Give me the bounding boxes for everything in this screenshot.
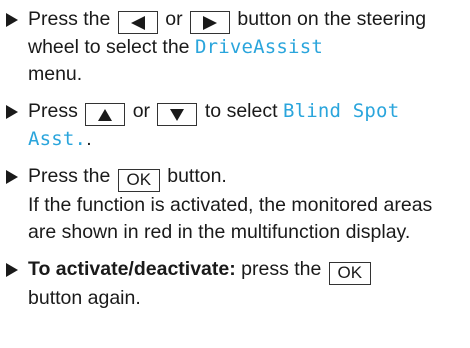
ok-key: OK [328,262,371,285]
step-3-text-a: Press the [28,165,111,187]
step-1-text-a: Press the [28,8,111,30]
instruction-step-4: To activate/deactivate: press the OK but… [6,256,462,312]
instruction-step-3: Press the OK button. If the function is … [6,163,462,246]
step-3-text-b: button. [167,165,227,187]
bullet-arrow-icon [6,98,22,125]
step-4-text-a: press the [241,258,322,280]
bullet-arrow-icon [6,6,22,33]
display-menu-name: DriveAssist [194,36,323,58]
step-2-text-c: to select [204,100,278,122]
step-2-text-a: Press [28,100,78,122]
step-3-text-c: If the function is activated, the monito… [28,194,433,243]
step-2-text-d: . [86,128,92,150]
up-arrow-key-icon [85,103,126,126]
left-arrow-key-icon [117,11,158,34]
step-1-text-b: or [165,8,183,30]
step-4-bold-text: To activate/deactivate: [28,258,236,280]
instruction-page: Press the or button on the steering whee… [0,0,470,348]
bullet-arrow-icon [6,256,22,283]
bullet-arrow-icon [6,163,22,190]
right-arrow-key-icon [189,11,230,34]
instruction-step-1: Press the or button on the steering whee… [6,6,462,88]
ok-key: OK [117,169,160,192]
down-arrow-key-icon [157,103,198,126]
step-2-text-b: or [132,100,151,122]
instruction-step-2: Press or to select Blind Spot Asst.. [6,98,462,153]
step-4-text-b: button again. [28,287,141,309]
step-1-text-d: menu. [28,63,83,85]
